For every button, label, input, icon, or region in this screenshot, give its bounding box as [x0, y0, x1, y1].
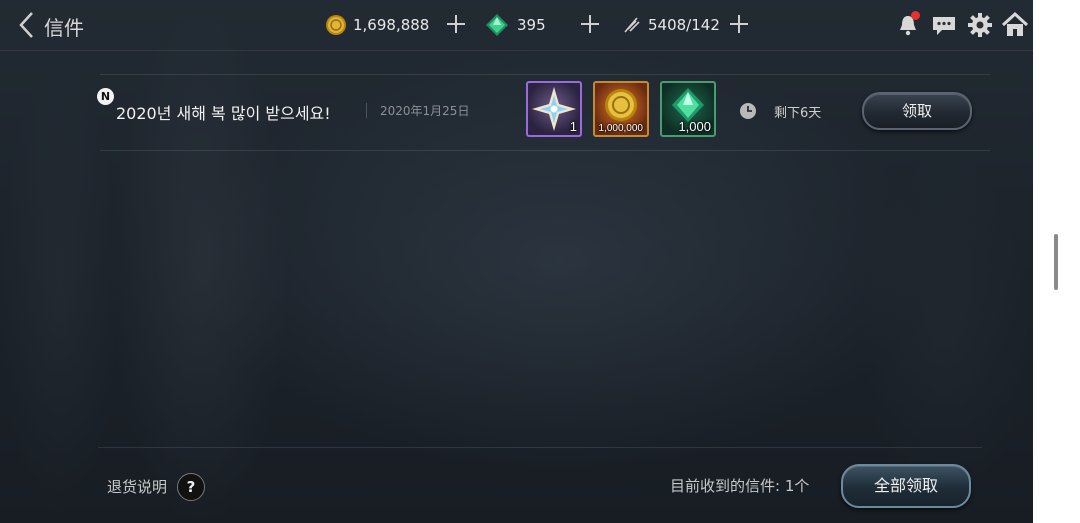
add-stamina-button[interactable] — [727, 12, 751, 36]
help-button[interactable]: ? — [177, 473, 205, 501]
reward-quantity: 1,000,000 — [598, 123, 644, 134]
home-button[interactable] — [1001, 11, 1029, 39]
settings-button[interactable] — [966, 11, 994, 39]
notification-dot — [911, 11, 920, 20]
chat-button[interactable] — [930, 11, 958, 39]
back-button[interactable] — [16, 10, 38, 40]
notification-button[interactable] — [894, 11, 922, 39]
add-gems-button[interactable] — [578, 12, 602, 36]
divider — [366, 103, 367, 118]
reward-quantity: 1,000 — [678, 119, 711, 134]
time-remaining: 剩下6天 — [774, 106, 822, 121]
page-title: 信件 — [44, 16, 84, 40]
stamina-display: 5408/142 — [622, 10, 720, 40]
gold-amount: 1,698,888 — [353, 16, 430, 34]
gold-coin-icon — [326, 15, 346, 35]
mail-count: 目前收到的信件: 1个 — [670, 477, 810, 495]
claim-all-button[interactable]: 全部领取 — [841, 464, 971, 508]
divider — [98, 447, 982, 448]
add-gold-button[interactable] — [444, 12, 468, 36]
gold-display: 1,698,888 — [325, 10, 429, 40]
green-gem-icon — [486, 14, 508, 36]
return-info-link[interactable]: 退货说明 — [107, 476, 167, 497]
feather-icon — [624, 17, 640, 33]
clock-icon — [740, 103, 756, 119]
reward-item-crystal[interactable]: 1 — [526, 81, 582, 137]
stamina-amount: 5408/142 — [648, 16, 720, 34]
gem-display: 395 — [485, 10, 546, 40]
home-icon — [1001, 11, 1029, 36]
mail-list-item[interactable]: N 2020년 새해 복 많이 받으세요! 2020年1月25日 1 1,000… — [97, 74, 990, 151]
reward-quantity: 1 — [569, 119, 577, 134]
reward-item-gold[interactable]: 1,000,000 — [593, 81, 649, 137]
reward-item-gem[interactable]: 1,000 — [660, 81, 716, 137]
mail-title: 2020년 새해 복 많이 받으세요! — [116, 104, 331, 123]
gear-icon — [968, 13, 992, 37]
mail-date: 2020年1月25日 — [380, 104, 470, 118]
game-screen: 信件 1,698,888 395 5408/142 N 2020년 새해 복 많… — [0, 0, 1033, 523]
background-fog — [860, 150, 1030, 510]
new-badge: N — [97, 88, 114, 105]
claim-button[interactable]: 领取 — [862, 92, 972, 130]
top-bar: 信件 1,698,888 395 5408/142 — [0, 0, 1033, 51]
scrollbar[interactable] — [1054, 234, 1058, 290]
chevron-left-icon — [19, 12, 33, 38]
chat-bubble-icon — [933, 17, 955, 35]
gem-amount: 395 — [517, 16, 546, 34]
